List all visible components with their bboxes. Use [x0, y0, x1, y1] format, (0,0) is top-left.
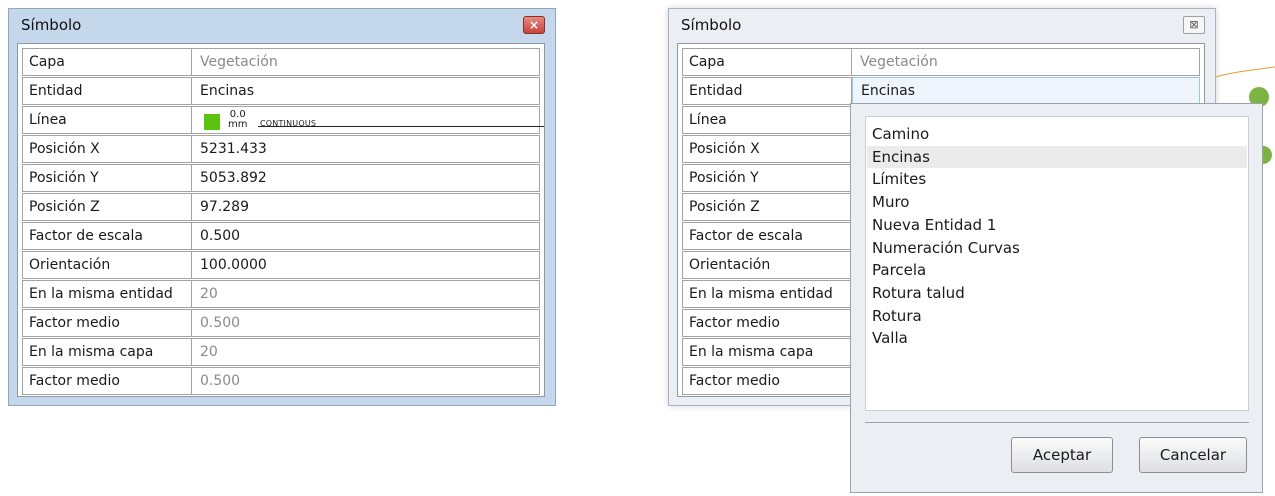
- close-button[interactable]: ⊠: [1183, 16, 1205, 34]
- property-label: Factor de escala: [682, 222, 852, 250]
- property-label: Posición Y: [22, 164, 192, 192]
- property-label: Posición X: [22, 135, 192, 163]
- close-button[interactable]: ×: [523, 16, 545, 34]
- property-value[interactable]: 0.500: [192, 309, 540, 337]
- entity-option[interactable]: Encinas: [867, 145, 1247, 168]
- property-label: Posición Z: [682, 193, 852, 221]
- close-icon: ⊠: [1189, 18, 1199, 31]
- property-value[interactable]: Encinas: [852, 77, 1200, 105]
- property-label: En la misma entidad: [22, 280, 192, 308]
- property-label: En la misma entidad: [682, 280, 852, 308]
- dialog-title: Símbolo: [21, 16, 82, 34]
- property-value[interactable]: 5053.892: [192, 164, 540, 192]
- property-row: Factor medio 0.500: [22, 367, 540, 395]
- property-row: Línea 0.0 mm CONTINUOUS: [22, 106, 544, 134]
- contour-line: [1215, 66, 1275, 78]
- property-label: Factor medio: [682, 309, 852, 337]
- property-label: Capa: [682, 48, 852, 76]
- property-value[interactable]: 5231.433: [192, 135, 540, 163]
- property-value[interactable]: 0.0 mm CONTINUOUS: [192, 106, 544, 134]
- property-value[interactable]: 97.289: [192, 193, 540, 221]
- accept-button[interactable]: Aceptar: [1011, 437, 1113, 473]
- symbol-dialog-left: Símbolo × Capa Vegetación Entidad Encinas Lí…: [8, 8, 556, 406]
- entity-option[interactable]: Camino: [867, 123, 1247, 145]
- property-label: Posición Y: [682, 164, 852, 192]
- line-width: 0.0 mm: [228, 110, 247, 130]
- dialog-title: Símbolo: [681, 16, 742, 34]
- property-row: Orientación 100.0000: [22, 251, 540, 279]
- entity-option[interactable]: Muro: [867, 191, 1247, 213]
- entity-listbox[interactable]: Camino Encinas Límites Muro Nueva Entidad 1N…: [865, 116, 1249, 411]
- property-row: Posición Y 5053.892: [22, 164, 540, 192]
- property-label: Factor de escala: [22, 222, 192, 250]
- property-row: Factor medio 0.500: [22, 309, 540, 337]
- entity-option[interactable]: Numeración Curvas: [867, 237, 1247, 259]
- property-row: Posición X 5231.433: [22, 135, 540, 163]
- title-bar[interactable]: Símbolo ⊠: [669, 9, 1215, 41]
- property-row: Entidad Encinas: [22, 77, 540, 105]
- property-label: Línea: [22, 106, 192, 134]
- property-label: Entidad: [682, 77, 852, 105]
- property-label: Posición X: [682, 135, 852, 163]
- property-label: Orientación: [682, 251, 852, 279]
- line-type: CONTINUOUS: [260, 119, 317, 128]
- property-value[interactable]: 100.0000: [192, 251, 540, 279]
- property-label: Línea: [682, 106, 852, 134]
- property-row: Capa Vegetación: [22, 48, 540, 76]
- close-icon: ×: [528, 18, 540, 32]
- property-label: Orientación: [22, 251, 192, 279]
- entity-dropdown: Camino Encinas Límites Muro Nueva Entidad 1N…: [850, 103, 1263, 493]
- entity-option[interactable]: Nueva Entidad 1: [867, 214, 1247, 236]
- entity-option[interactable]: Límites: [867, 168, 1247, 190]
- property-value[interactable]: 20: [192, 338, 540, 366]
- line-color-swatch: [204, 114, 220, 130]
- line-style-preview[interactable]: 0.0 mm CONTINUOUS: [200, 110, 544, 131]
- property-grid: Capa Vegetación Entidad Encinas Línea 0.0 mm CO…: [17, 43, 545, 397]
- property-label: Factor medio: [22, 367, 192, 395]
- property-value[interactable]: Vegetación: [852, 48, 1200, 76]
- property-row: En la misma capa 20: [22, 338, 540, 366]
- property-value[interactable]: Vegetación: [192, 48, 540, 76]
- property-value[interactable]: Encinas: [192, 77, 540, 105]
- title-bar[interactable]: Símbolo ×: [9, 9, 555, 41]
- property-value[interactable]: 20: [192, 280, 540, 308]
- property-row: Posición Z 97.289: [22, 193, 540, 221]
- property-row: Entidad Encinas: [682, 77, 1200, 105]
- cancel-button[interactable]: Cancelar: [1139, 437, 1247, 473]
- property-label: Capa: [22, 48, 192, 76]
- property-label: Entidad: [22, 77, 192, 105]
- property-row: En la misma entidad 20: [22, 280, 540, 308]
- property-label: Posición Z: [22, 193, 192, 221]
- property-row: Factor de escala 0.500: [22, 222, 540, 250]
- property-value[interactable]: 0.500: [192, 367, 540, 395]
- entity-option[interactable]: Rotura talud: [867, 282, 1247, 304]
- property-value[interactable]: 0.500: [192, 222, 540, 250]
- property-label: Factor medio: [682, 367, 852, 395]
- line-rule: [258, 126, 544, 127]
- entity-option[interactable]: Valla: [867, 327, 1247, 349]
- property-label: En la misma capa: [682, 338, 852, 366]
- property-label: En la misma capa: [22, 338, 192, 366]
- entity-option[interactable]: Rotura: [867, 305, 1247, 327]
- line-width-unit: mm: [228, 119, 248, 130]
- property-label: Factor medio: [22, 309, 192, 337]
- property-row: Capa Vegetación: [682, 48, 1200, 76]
- entity-option[interactable]: Parcela: [867, 259, 1247, 281]
- divider: [865, 422, 1249, 423]
